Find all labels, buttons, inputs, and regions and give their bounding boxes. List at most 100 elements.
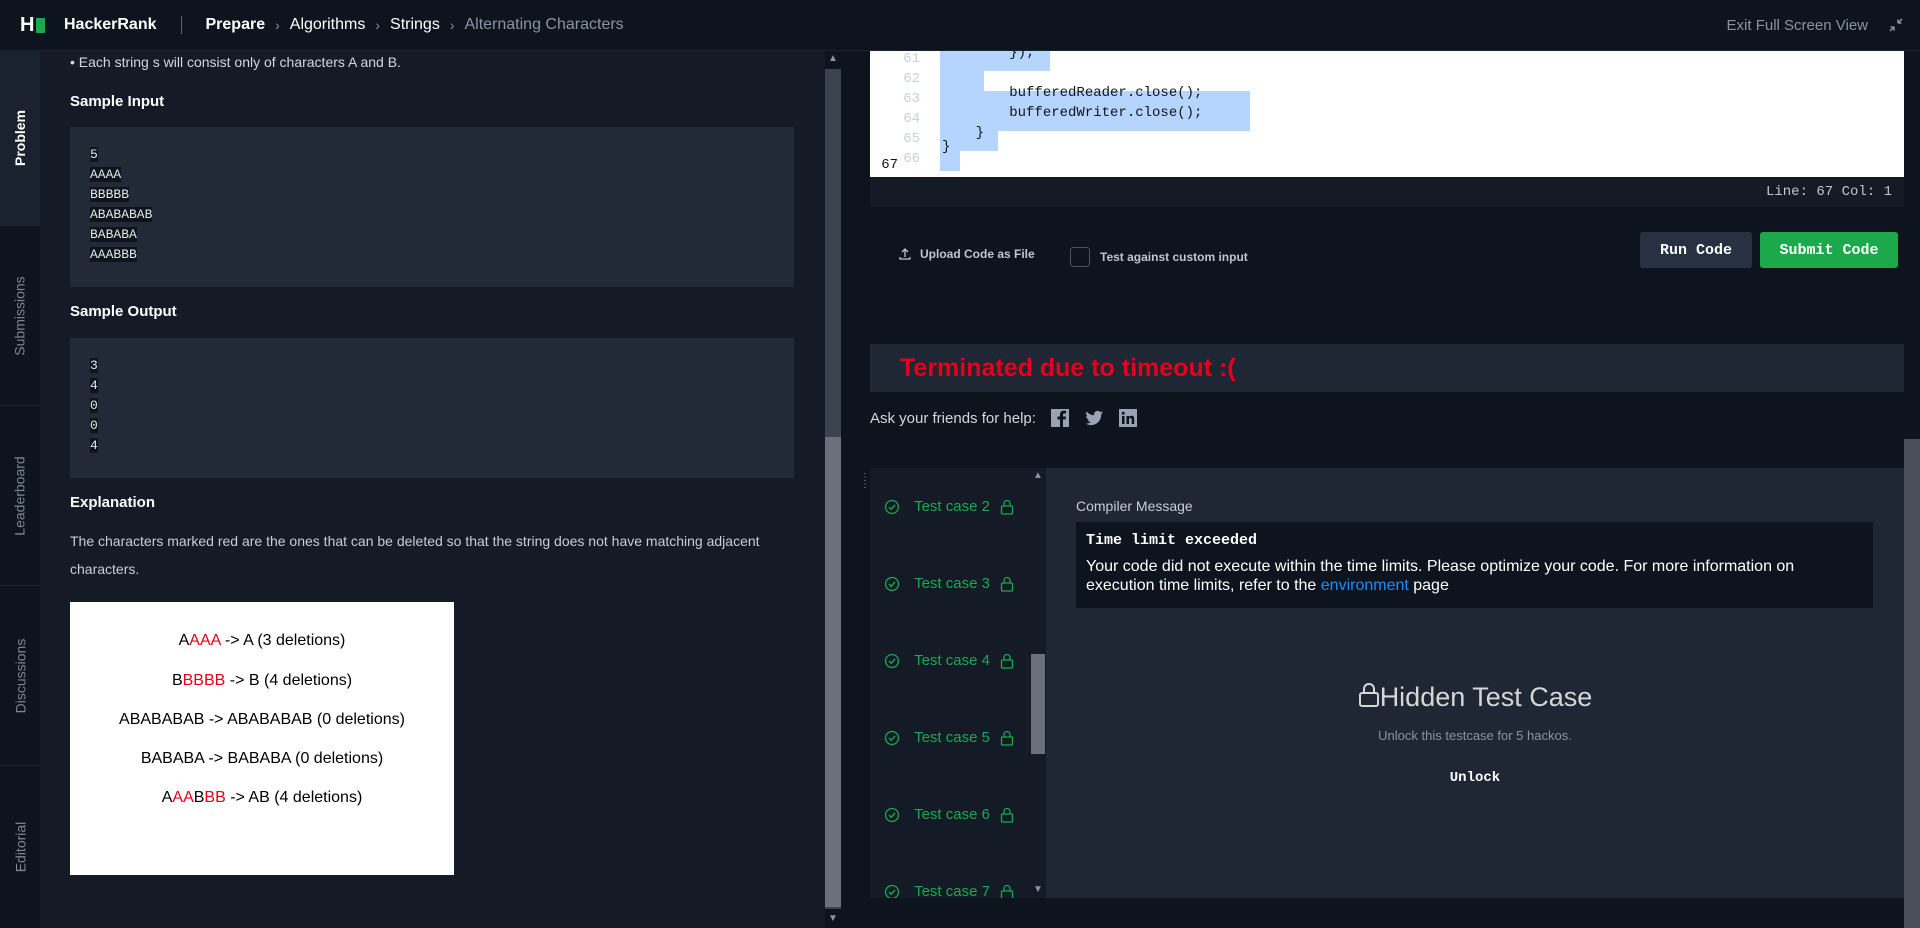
testcase-scrollbar[interactable]: ▲ ▼ bbox=[1030, 468, 1046, 898]
result-status: Terminated due to timeout :( bbox=[870, 344, 1904, 392]
sample-input-line: ABABABAB bbox=[90, 207, 153, 222]
testcase-item[interactable]: Test case 3 bbox=[870, 545, 1046, 622]
sample-input-box: 5 AAAA BBBBB ABABABAB BABABA AAABBB bbox=[70, 127, 794, 287]
lock-icon bbox=[1000, 807, 1014, 823]
scroll-up-icon[interactable]: ▲ bbox=[1033, 470, 1043, 481]
constraint-bullet: • Each string s will consist only of cha… bbox=[70, 54, 401, 70]
testcase-list: Test case 2 Test case 3 Test case 4 Test… bbox=[870, 468, 1046, 898]
testcase-item[interactable]: Test case 2 bbox=[870, 468, 1046, 545]
explanation-title: Explanation bbox=[70, 494, 156, 511]
sample-input-line: AAABBB bbox=[90, 247, 137, 262]
testcase-label: Test case 4 bbox=[914, 652, 990, 669]
check-circle-icon bbox=[884, 653, 900, 668]
custom-input-checkbox[interactable]: Test against custom input bbox=[1070, 247, 1248, 267]
breadcrumb-algorithms[interactable]: Algorithms bbox=[290, 16, 366, 34]
image-line: AAABBB -> AB (4 deletions) bbox=[161, 789, 363, 806]
code-line: } bbox=[942, 139, 951, 155]
line-number: 64 bbox=[903, 111, 920, 127]
upload-icon bbox=[899, 248, 911, 260]
sample-input-title: Sample Input bbox=[70, 93, 165, 110]
tab-discussions[interactable]: Discussions bbox=[0, 586, 40, 766]
compiler-text: Your code did not execute within the tim… bbox=[1086, 558, 1795, 594]
scrollbar-thumb[interactable] bbox=[1904, 439, 1920, 928]
testcase-label: Test case 5 bbox=[914, 729, 990, 746]
checkbox-box[interactable] bbox=[1070, 247, 1090, 267]
lock-icon bbox=[1358, 682, 1379, 707]
testcase-label: Test case 3 bbox=[914, 575, 990, 592]
top-bar: H HackerRank Prepare › Algorithms › Stri… bbox=[0, 0, 1920, 51]
exit-fullscreen-link[interactable]: Exit Full Screen View bbox=[1727, 17, 1868, 34]
editor-actions: Upload Code as File Test against custom … bbox=[870, 207, 1904, 302]
code-line: bufferedReader.close(); bbox=[942, 85, 1203, 101]
line-number: 61 bbox=[903, 51, 920, 67]
breadcrumb-current: Alternating Characters bbox=[464, 16, 624, 33]
environment-link[interactable]: environment bbox=[1321, 577, 1409, 594]
drag-handle-icon[interactable]: ⋮⋮⋮⋮ bbox=[860, 473, 880, 502]
compiler-message-box: Time limit exceeded Your code did not ex… bbox=[1076, 522, 1873, 608]
twitter-icon[interactable] bbox=[1084, 408, 1104, 428]
hidden-testcase-title: Hidden Test Case bbox=[1046, 682, 1904, 713]
image-line: BABABA -> BABABA (0 deletions) bbox=[140, 750, 384, 767]
submit-code-button[interactable]: Submit Code bbox=[1760, 232, 1898, 268]
hackerrank-logo-icon[interactable]: H bbox=[20, 14, 46, 36]
problem-scrollbar[interactable]: ▲ ▼ bbox=[825, 51, 841, 928]
explanation-text: The characters marked red are the ones t… bbox=[70, 533, 760, 577]
tab-editorial[interactable]: Editorial bbox=[0, 766, 40, 928]
breadcrumb-prepare[interactable]: Prepare bbox=[206, 16, 266, 34]
run-code-button[interactable]: Run Code bbox=[1640, 232, 1752, 268]
line-number-current: 67 bbox=[881, 157, 898, 173]
sample-output-line: 4 bbox=[90, 378, 98, 393]
share-label: Ask your friends for help: bbox=[870, 409, 1036, 427]
breadcrumb-strings[interactable]: Strings bbox=[390, 16, 440, 34]
sample-input-line: AAAA bbox=[90, 167, 122, 182]
sample-output-line: 0 bbox=[90, 418, 98, 433]
tab-problem[interactable]: Problem bbox=[0, 51, 40, 226]
linkedin-icon[interactable] bbox=[1118, 408, 1138, 428]
chevron-right-icon: › bbox=[275, 17, 280, 33]
tab-leaderboard[interactable]: Leaderboard bbox=[0, 406, 40, 586]
unlock-button[interactable]: Unlock bbox=[1046, 770, 1904, 786]
check-circle-icon bbox=[884, 730, 900, 745]
breadcrumb: Prepare › Algorithms › Strings › Alterna… bbox=[206, 16, 624, 34]
testcase-label: Test case 2 bbox=[914, 498, 990, 515]
testcase-item[interactable]: Test case 4 bbox=[870, 622, 1046, 699]
compiler-heading: Time limit exceeded bbox=[1086, 532, 1258, 549]
testcase-label: Test case 6 bbox=[914, 806, 990, 823]
sample-output-title: Sample Output bbox=[70, 303, 177, 320]
testcase-label: Test case 7 bbox=[914, 883, 990, 898]
code-line: bufferedWriter.close(); bbox=[942, 105, 1203, 121]
check-circle-icon bbox=[884, 576, 900, 591]
code-line: }); bbox=[942, 45, 1035, 61]
scroll-down-icon[interactable]: ▼ bbox=[828, 913, 838, 924]
collapse-icon[interactable] bbox=[1888, 17, 1904, 33]
upload-code-button[interactable]: Upload Code as File bbox=[898, 247, 1035, 261]
check-circle-icon bbox=[884, 499, 900, 514]
problem-panel: • Each string s will consist only of cha… bbox=[40, 51, 825, 928]
brand-name[interactable]: HackerRank bbox=[64, 16, 157, 34]
facebook-icon[interactable] bbox=[1050, 408, 1070, 428]
share-row: Ask your friends for help: bbox=[870, 408, 1138, 428]
scrollbar-thumb[interactable] bbox=[1031, 654, 1045, 754]
page-scrollbar[interactable] bbox=[1904, 51, 1920, 928]
tab-submissions[interactable]: Submissions bbox=[0, 226, 40, 406]
chevron-right-icon: › bbox=[449, 17, 455, 33]
image-line: AAAA -> A (3 deletions) bbox=[178, 632, 346, 649]
code-editor[interactable]: 61 62 63 64 65 66 67 }); bufferedReader.… bbox=[870, 45, 1904, 177]
testcase-item[interactable]: Test case 5 bbox=[870, 699, 1046, 776]
sample-input-line: 5 bbox=[90, 147, 98, 162]
hidden-testcase-subtitle: Unlock this testcase for 5 hackos. bbox=[1378, 728, 1572, 743]
scroll-down-icon[interactable]: ▼ bbox=[1033, 884, 1043, 895]
testcase-item[interactable]: Test case 7 bbox=[870, 853, 1046, 898]
testcase-item[interactable]: Test case 6 bbox=[870, 776, 1046, 853]
lock-icon bbox=[1000, 884, 1014, 898]
sample-input-line: BABABA bbox=[90, 227, 137, 242]
check-circle-icon bbox=[884, 807, 900, 822]
lock-icon bbox=[1000, 499, 1014, 515]
line-number: 62 bbox=[903, 71, 920, 87]
lock-icon bbox=[1000, 730, 1014, 746]
sample-output-line: 4 bbox=[90, 438, 98, 453]
lock-icon bbox=[1000, 653, 1014, 669]
scroll-up-icon[interactable]: ▲ bbox=[828, 53, 838, 64]
testcase-detail: Compiler Message Time limit exceeded You… bbox=[1046, 468, 1904, 898]
scrollbar-thumb[interactable] bbox=[825, 437, 841, 907]
